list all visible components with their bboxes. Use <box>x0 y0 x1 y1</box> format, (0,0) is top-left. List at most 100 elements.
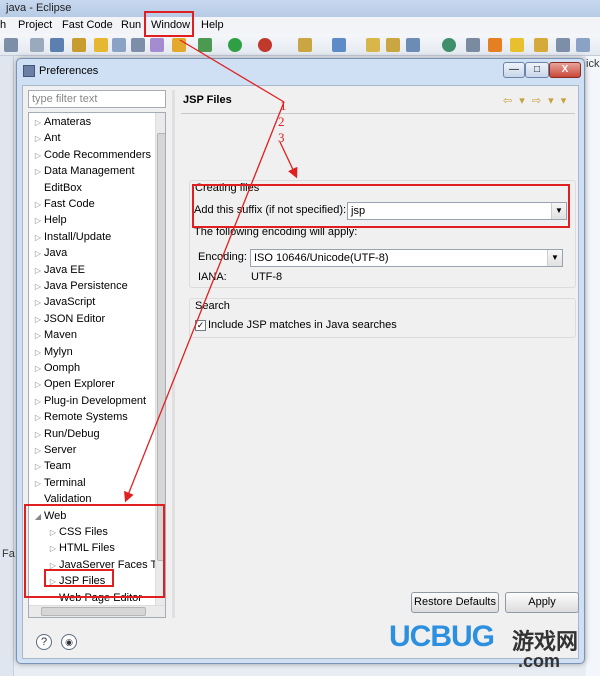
expand-icon[interactable]: ▷ <box>32 197 44 213</box>
iana-value: UTF-8 <box>251 271 283 283</box>
toolbar-icon[interactable] <box>131 38 145 52</box>
toolbar-icon[interactable] <box>556 38 570 52</box>
scrollbar-thumb[interactable] <box>41 607 146 616</box>
expand-icon[interactable]: ▷ <box>32 263 44 279</box>
toolbar-icon[interactable] <box>510 38 524 52</box>
expand-icon[interactable]: ▷ <box>32 295 44 311</box>
close-button[interactable]: X <box>549 62 581 78</box>
menu-project[interactable]: Project <box>18 17 52 34</box>
expand-icon[interactable]: ▷ <box>32 312 44 328</box>
tree-item-label: Java Persistence <box>44 280 128 292</box>
tree-item-label: Ant <box>44 132 61 145</box>
expand-icon[interactable]: ▷ <box>32 213 44 229</box>
tree-item[interactable]: ▷ Maven <box>32 327 77 343</box>
tree-sash[interactable] <box>172 90 175 618</box>
tree-item[interactable]: ▷ Ant <box>32 130 61 146</box>
jsp-search-checkbox[interactable]: ✓ <box>195 320 206 331</box>
expand-icon[interactable]: ▷ <box>32 115 44 131</box>
menu-partial[interactable]: h <box>0 17 6 34</box>
toolbar-icon[interactable] <box>488 38 502 52</box>
toolbar-icon[interactable] <box>534 38 548 52</box>
expand-icon[interactable]: ▷ <box>32 164 44 180</box>
toolbar-icon[interactable] <box>72 38 86 52</box>
expand-icon[interactable]: ▷ <box>32 279 44 295</box>
expand-icon[interactable]: ▷ <box>32 328 44 344</box>
tree-item[interactable]: ▷ Plug-in Development <box>32 393 146 409</box>
tree-item[interactable]: ▷ Mylyn <box>32 344 73 360</box>
expand-icon[interactable]: ▷ <box>32 377 44 393</box>
expand-icon[interactable]: ▷ <box>32 476 44 492</box>
maximize-button[interactable]: □ <box>525 62 549 78</box>
toolbar-icon[interactable] <box>576 38 590 52</box>
tree-item[interactable]: ▷ Java Persistence <box>32 278 128 294</box>
toolbar-icon[interactable] <box>332 38 346 52</box>
help-icon[interactable]: ? <box>36 634 52 650</box>
expand-icon[interactable]: ▷ <box>32 394 44 410</box>
toolbar-icon[interactable] <box>50 38 64 52</box>
expand-icon[interactable]: ▷ <box>32 246 44 262</box>
tree-item[interactable]: ▷ Fast Code <box>32 196 95 212</box>
toolbar-icon[interactable] <box>366 38 380 52</box>
debug-icon[interactable] <box>258 38 272 52</box>
tree-item[interactable]: ▷ Data Management <box>32 163 135 179</box>
toolbar-icon[interactable] <box>172 38 186 52</box>
minimize-button[interactable]: — <box>503 62 525 78</box>
tree-item[interactable]: ▷ Open Explorer <box>32 376 115 392</box>
toolbar-icon[interactable] <box>386 38 400 52</box>
tree-item[interactable]: ▷ Install/Update <box>32 229 111 245</box>
tree-item[interactable]: ▷ Run/Debug <box>32 426 100 442</box>
toolbar-icon[interactable] <box>94 38 108 52</box>
expand-icon[interactable]: ▷ <box>32 427 44 443</box>
eclipse-right-strip: ick <box>586 56 600 676</box>
toolbar-icon[interactable] <box>406 38 420 52</box>
toolbar-icon[interactable] <box>4 38 18 52</box>
menu-help[interactable]: Help <box>201 17 224 34</box>
watermark-logo: UCBUG <box>389 620 495 654</box>
filter-input[interactable]: type filter text <box>28 90 166 108</box>
toolbar-icon[interactable] <box>30 38 44 52</box>
preferences-icon <box>23 65 35 77</box>
tree-item[interactable]: ▷ JavaScript <box>32 294 95 310</box>
tree-item[interactable]: ▷ Amateras <box>32 114 91 130</box>
import-export-icon[interactable]: ◉ <box>61 634 77 650</box>
encoding-value: ISO 10646/Unicode(UTF-8) <box>254 252 389 264</box>
expand-icon[interactable]: ▷ <box>32 443 44 459</box>
toolbar-icon[interactable] <box>112 38 126 52</box>
tree-item[interactable]: ▷ JSON Editor <box>32 311 105 327</box>
expand-icon[interactable]: ▷ <box>32 345 44 361</box>
watermark-brand: UCBUG <box>389 620 495 653</box>
tree-item[interactable]: ▷ Java <box>32 245 67 261</box>
tree-item-label: Install/Update <box>44 230 112 243</box>
expand-icon[interactable]: ▷ <box>32 131 44 147</box>
expand-icon[interactable]: ▷ <box>32 459 44 475</box>
tree-item[interactable]: EditBox <box>32 180 82 196</box>
menu-run[interactable]: Run <box>121 17 141 34</box>
expand-icon[interactable]: ▷ <box>32 361 44 377</box>
scrollbar-thumb[interactable] <box>157 133 165 561</box>
tree-item[interactable]: ▷ Terminal <box>32 475 86 491</box>
expand-icon[interactable]: ▷ <box>32 230 44 246</box>
expand-icon[interactable]: ▷ <box>32 148 44 164</box>
toolbar-icon[interactable] <box>298 38 312 52</box>
run-icon[interactable] <box>228 38 242 52</box>
tree-item[interactable]: ▷ Oomph <box>32 360 80 376</box>
tree-item[interactable]: ▷ Remote Systems <box>32 409 128 425</box>
menu-fast-code[interactable]: Fast Code <box>62 17 113 34</box>
encoding-combo[interactable]: ISO 10646/Unicode(UTF-8) ▼ <box>250 249 563 267</box>
toolbar-icon[interactable] <box>198 38 212 52</box>
tree-item[interactable]: ▷ Server <box>32 442 76 458</box>
tree-item[interactable]: ▷ Code Recommenders <box>32 147 151 163</box>
expand-icon[interactable]: ▷ <box>32 410 44 426</box>
chevron-down-icon[interactable]: ▼ <box>547 250 562 266</box>
tree-item[interactable]: ▷ Java EE <box>32 262 85 278</box>
history-nav-icons[interactable]: ⇦ ▾ ⇨ ▾ ▾ <box>503 94 568 107</box>
toolbar-icon[interactable] <box>442 38 456 52</box>
search-group <box>189 298 576 338</box>
toolbar-icon[interactable] <box>466 38 480 52</box>
restore-defaults-button[interactable]: Restore Defaults <box>411 592 499 613</box>
tree-horizontal-scrollbar[interactable] <box>29 605 165 617</box>
toolbar-icon[interactable] <box>150 38 164 52</box>
tree-item[interactable]: ▷ Help <box>32 212 67 228</box>
apply-button[interactable]: Apply <box>505 592 579 613</box>
tree-item[interactable]: ▷ Team <box>32 458 71 474</box>
